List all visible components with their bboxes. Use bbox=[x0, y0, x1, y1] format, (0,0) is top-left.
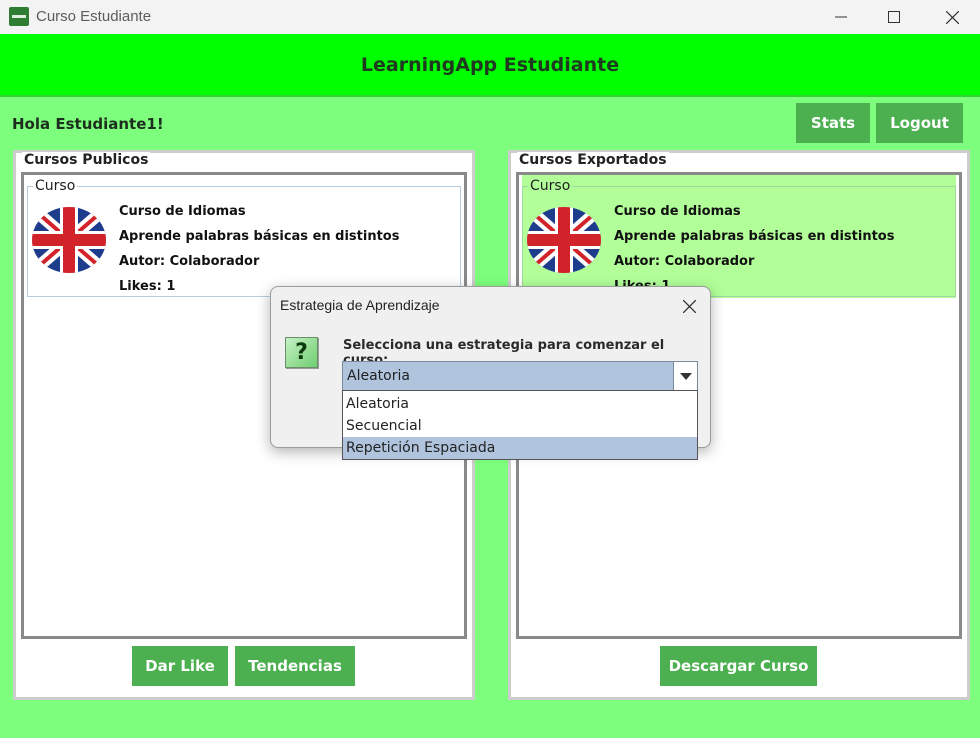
stats-button[interactable]: Stats bbox=[796, 103, 870, 143]
course-description: Aprende palabras básicas en distintos bbox=[614, 229, 895, 244]
card-legend: Curso bbox=[528, 178, 573, 194]
option-aleatoria[interactable]: Aleatoria bbox=[343, 393, 697, 415]
strategy-options-list[interactable]: Aleatoria Secuencial Repetición Espaciad… bbox=[342, 390, 698, 460]
download-course-button[interactable]: Descargar Curso bbox=[660, 646, 817, 686]
uk-flag-icon bbox=[31, 207, 107, 277]
course-author: Autor: Colaborador bbox=[614, 254, 755, 269]
greeting-label: Hola Estudiante1! bbox=[12, 115, 164, 133]
course-author: Autor: Colaborador bbox=[119, 254, 260, 269]
course-name: Curso de Idiomas bbox=[614, 204, 741, 219]
app-icon bbox=[9, 7, 29, 26]
card-legend: Curso bbox=[33, 178, 78, 194]
app-header: LearningApp Estudiante bbox=[0, 34, 980, 97]
like-button[interactable]: Dar Like bbox=[132, 646, 228, 686]
minimize-icon bbox=[835, 16, 847, 18]
chevron-down-icon bbox=[679, 372, 692, 380]
course-description: Aprende palabras básicas en distintos bbox=[119, 229, 400, 244]
maximize-button[interactable] bbox=[866, 0, 922, 34]
strategy-select[interactable]: Aleatoria bbox=[342, 361, 698, 391]
trends-button[interactable]: Tendencias bbox=[235, 646, 355, 686]
dialog-title: Estrategia de Aprendizaje bbox=[280, 297, 440, 313]
uk-flag-icon bbox=[526, 207, 602, 277]
dialog-close-button[interactable] bbox=[672, 291, 706, 321]
maximize-icon bbox=[888, 11, 900, 23]
close-icon bbox=[682, 299, 696, 313]
question-icon: ? bbox=[285, 337, 318, 368]
app-heading: LearningApp Estudiante bbox=[360, 53, 620, 76]
window-title: Curso Estudiante bbox=[36, 8, 152, 25]
option-secuencial[interactable]: Secuencial bbox=[343, 415, 697, 437]
dropdown-arrow-button[interactable] bbox=[673, 362, 697, 390]
public-courses-title: Cursos Publicos bbox=[22, 152, 151, 168]
strategy-select-value: Aleatoria bbox=[347, 368, 410, 384]
minimize-button[interactable] bbox=[813, 0, 869, 34]
course-likes: Likes: 1 bbox=[119, 279, 176, 294]
close-button[interactable] bbox=[924, 0, 980, 34]
window-title-bar[interactable]: Curso Estudiante bbox=[0, 0, 980, 34]
exported-courses-title: Cursos Exportados bbox=[517, 152, 669, 168]
close-icon bbox=[945, 10, 959, 24]
option-repeticion-espaciada[interactable]: Repetición Espaciada bbox=[343, 437, 697, 459]
logout-button[interactable]: Logout bbox=[876, 103, 963, 143]
course-name: Curso de Idiomas bbox=[119, 204, 246, 219]
